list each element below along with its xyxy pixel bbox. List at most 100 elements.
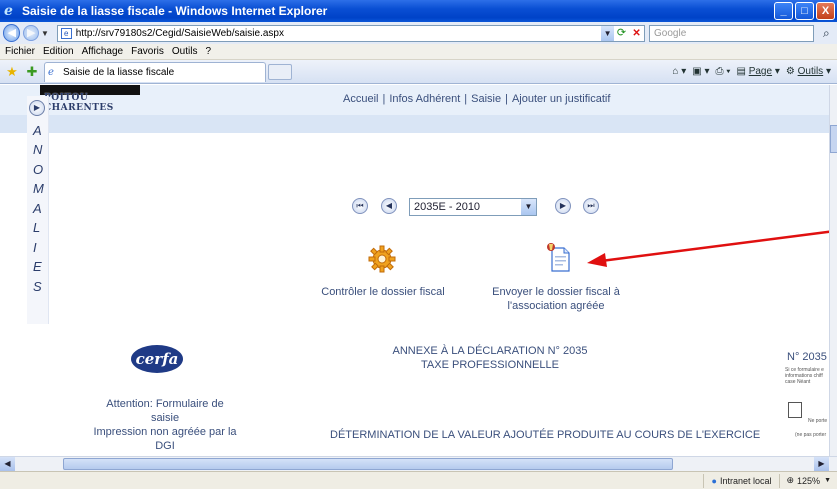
annexe-line1: ANNEXE À LA DÉCLARATION N° 2035	[392, 345, 588, 357]
attention-notice: Attention: Formulaire de saisie Impressi…	[70, 397, 260, 453]
window-title-bar: e Saisie de la liasse fiscale - Windows …	[0, 0, 837, 22]
scroll-right-icon[interactable]: ▶	[814, 457, 829, 471]
command-bar: ⌂ ▾ ▣ ▾ ⎙ ▾ ▤ Page ▾ ⚙ Outils ▾	[672, 66, 837, 77]
menu-favoris[interactable]: Favoris	[131, 46, 164, 57]
chevron-down-icon[interactable]: ▼	[521, 199, 536, 215]
neant-checkbox[interactable]	[788, 402, 802, 418]
tab-saisie[interactable]: e Saisie de la liasse fiscale	[44, 61, 266, 82]
security-zone: ● Intranet local	[702, 473, 780, 488]
form-number: N° 2035	[787, 351, 827, 363]
refresh-icon[interactable]: ⟳	[614, 26, 629, 41]
expand-anomalies-button[interactable]: ▶	[29, 100, 45, 116]
site-header: POITOU CHARENTES Accueil | Infos Adhérent |…	[0, 85, 829, 133]
new-tab-button[interactable]	[268, 63, 292, 80]
zoom-level[interactable]: 125%	[797, 476, 820, 486]
logo-text: POITOU CHARENTES	[44, 93, 114, 113]
page-icon: e	[60, 27, 72, 39]
gear-icon[interactable]	[368, 245, 396, 273]
nav-separator: |	[505, 93, 508, 105]
tools-menu[interactable]: ⚙ Outils ▾	[786, 66, 831, 77]
anomalies-letter: S	[33, 279, 42, 294]
period-select-value: 2035E - 2010	[414, 201, 481, 213]
anomalies-panel: ▶ A N O M A L I E S	[27, 96, 49, 324]
top-nav: Accueil | Infos Adhérent | Saisie | Ajouter un…	[343, 93, 610, 105]
page-menu[interactable]: ▤ Page ▾	[736, 66, 779, 77]
window-title: Saisie de la liasse fiscale - Windows In…	[22, 4, 328, 18]
zone-label: Intranet local	[719, 475, 772, 486]
note-ne-porter: Ne porte	[808, 418, 828, 424]
menu-help[interactable]: ?	[205, 46, 211, 57]
note-line: case Néant	[785, 379, 811, 385]
attention-line: DGI	[155, 440, 175, 452]
form-note: Si ce formulaire e informations chiff ca…	[785, 367, 829, 385]
nav-infos-adherent[interactable]: Infos Adhérent	[389, 93, 460, 105]
anomalies-letter: O	[33, 162, 44, 177]
tab-bar: ★ ✚ e Saisie de la liasse fiscale ⌂ ▾ ▣ …	[0, 60, 837, 84]
address-row: ◀ ▶ ▼ e http://srv79180s2/Cegid/SaisieWe…	[0, 22, 837, 44]
attention-line: Attention: Formulaire de	[106, 398, 224, 410]
scroll-left-icon[interactable]: ◀	[0, 457, 15, 471]
tab-page-icon: e	[48, 66, 54, 78]
history-dropdown-icon[interactable]: ▼	[41, 29, 51, 38]
zoom-control[interactable]: ⊕ 125% ▼	[779, 473, 837, 488]
send-dossier-label-line2[interactable]: l'association agréée	[481, 299, 631, 313]
maximize-button[interactable]: □	[795, 2, 814, 20]
anomalies-letter: N	[33, 142, 43, 157]
favorites-star-icon[interactable]: ★	[4, 64, 20, 80]
send-document-icon[interactable]	[546, 242, 572, 272]
add-favorites-icon[interactable]: ✚	[24, 64, 40, 80]
nav-saisie[interactable]: Saisie	[471, 93, 501, 105]
control-dossier-label[interactable]: Contrôler le dossier fiscal	[318, 285, 448, 299]
close-button[interactable]: X	[816, 2, 835, 20]
site-logo: POITOU CHARENTES	[40, 85, 140, 113]
nav-separator: |	[382, 93, 386, 105]
forward-button[interactable]: ▶	[23, 25, 40, 41]
back-button[interactable]: ◀	[3, 24, 21, 42]
anomalies-letter: M	[33, 181, 44, 196]
anomalies-letter: I	[33, 240, 37, 255]
annotation-arrow	[587, 229, 836, 267]
chevron-down-icon[interactable]: ▼	[824, 477, 831, 484]
horizontal-scroll-thumb[interactable]	[63, 458, 673, 470]
home-icon[interactable]: ⌂ ▾	[672, 66, 686, 77]
previous-period-button[interactable]: ◀	[381, 198, 397, 214]
globe-icon: ●	[711, 475, 717, 486]
zoom-icon: ⊕	[786, 475, 795, 485]
last-period-button[interactable]: ⏭	[583, 198, 599, 214]
anomalies-letter: A	[33, 201, 42, 216]
first-period-button[interactable]: ⏮	[352, 198, 368, 214]
address-bar[interactable]: e http://srv79180s2/Cegid/SaisieWeb/sais…	[56, 24, 646, 42]
attention-line: Impression non agréée par la	[93, 426, 237, 438]
menu-bar: Fichier Edition Affichage Favoris Outils…	[0, 44, 837, 60]
attention-line: saisie	[150, 412, 180, 424]
menu-affichage[interactable]: Affichage	[82, 46, 124, 57]
search-input[interactable]: Google	[649, 24, 814, 42]
stop-icon[interactable]: ✕	[629, 26, 644, 41]
nav-ajouter-justificatif[interactable]: Ajouter un justificatif	[512, 93, 610, 105]
print-icon[interactable]: ⎙ ▾	[715, 66, 730, 77]
menu-fichier[interactable]: Fichier	[5, 46, 35, 57]
header-band	[0, 115, 829, 133]
tab-label: Saisie de la liasse fiscale	[63, 66, 175, 78]
feeds-icon[interactable]: ▣ ▾	[692, 66, 709, 77]
address-url[interactable]: http://srv79180s2/Cegid/SaisieWeb/saisie…	[76, 28, 601, 39]
search-icon[interactable]: ⌕	[816, 24, 837, 42]
vertical-scroll-thumb[interactable]	[830, 125, 837, 153]
horizontal-scrollbar[interactable]: ◀ ▶	[0, 456, 837, 471]
note-ne-pas-porter: (ne pas porter	[795, 432, 827, 438]
next-period-button[interactable]: ▶	[555, 198, 571, 214]
status-bar: ● Intranet local ⊕ 125% ▼	[0, 471, 837, 489]
determination-title: DÉTERMINATION DE LA VALEUR AJOUTÉE PRODU…	[330, 429, 761, 441]
send-dossier-label-line1[interactable]: Envoyer le dossier fiscal à	[481, 285, 631, 299]
menu-edition[interactable]: Edition	[43, 46, 74, 57]
address-dropdown-icon[interactable]: ▼	[601, 25, 615, 41]
minimize-button[interactable]: _	[774, 2, 793, 20]
annexe-title: ANNEXE À LA DÉCLARATION N° 2035 TAXE PRO…	[370, 344, 610, 372]
vertical-scrollbar[interactable]	[829, 85, 837, 456]
period-select[interactable]: 2035E - 2010 ▼	[409, 198, 537, 216]
anomalies-letter: E	[33, 259, 42, 274]
cerfa-logo: cerfa	[131, 345, 183, 373]
nav-separator: |	[464, 93, 468, 105]
nav-accueil[interactable]: Accueil	[343, 93, 378, 105]
menu-outils[interactable]: Outils	[172, 46, 198, 57]
